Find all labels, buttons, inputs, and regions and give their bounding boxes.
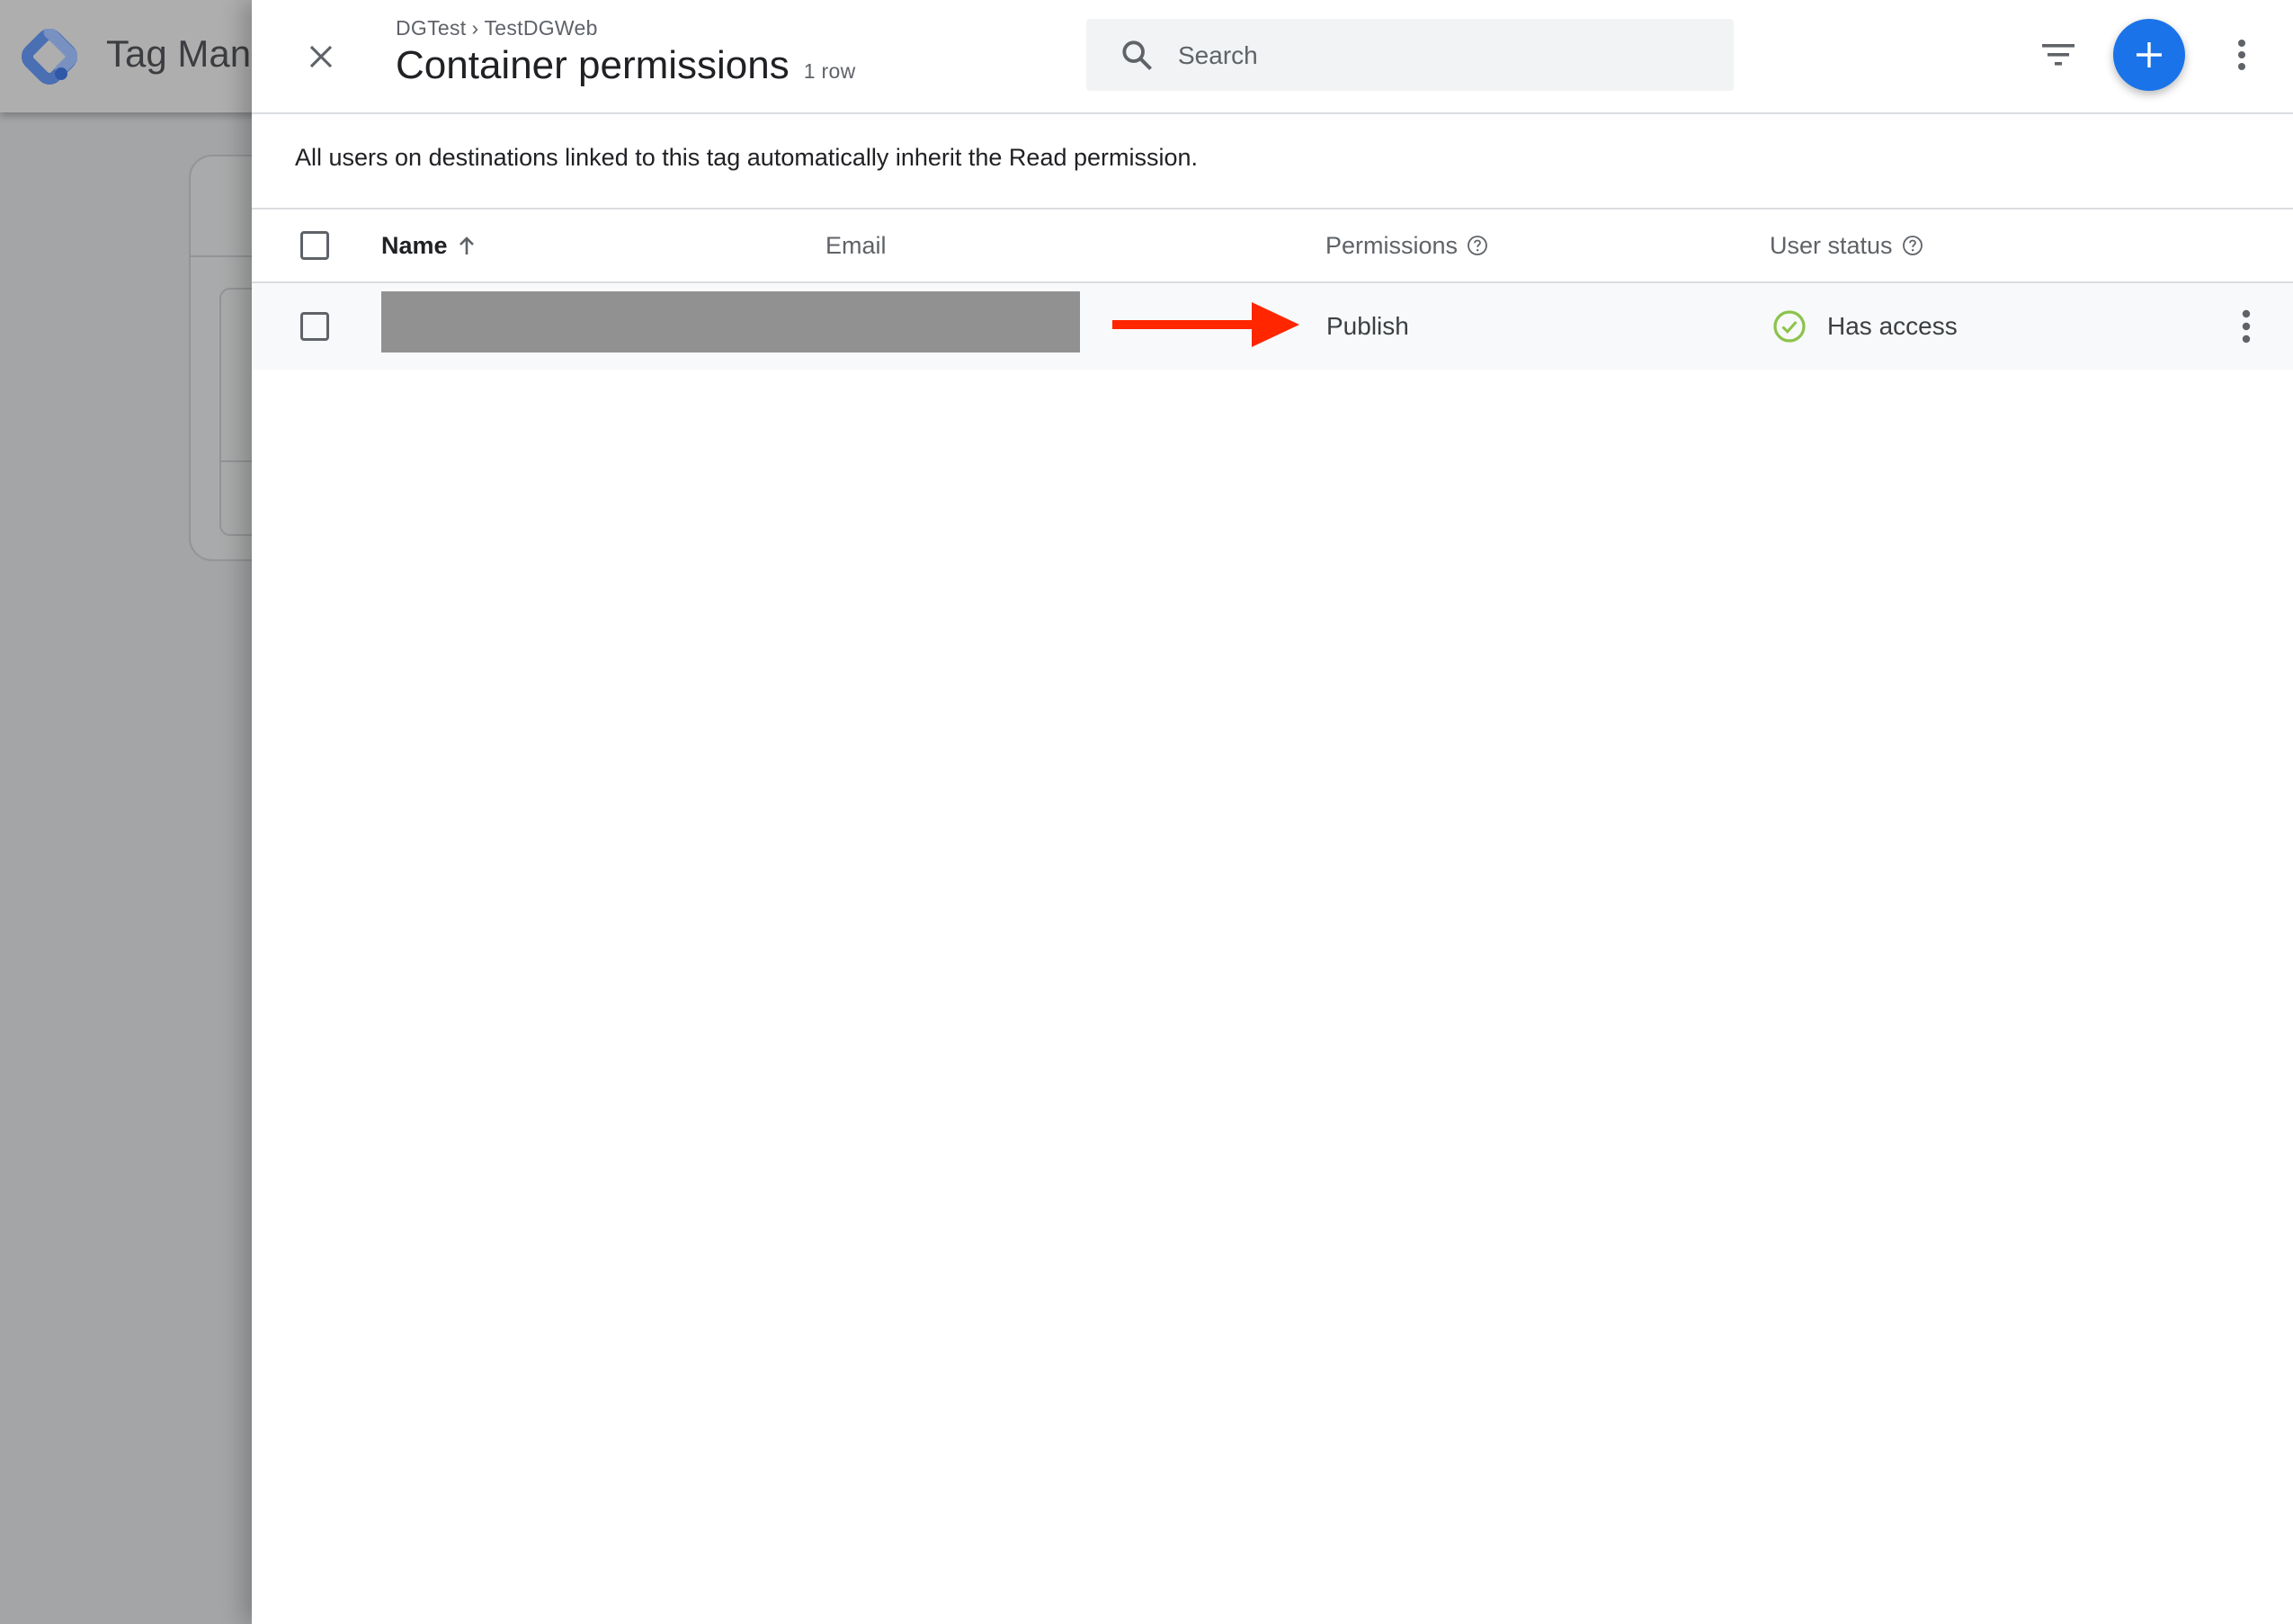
search-icon — [1122, 40, 1152, 70]
search-box[interactable] — [1086, 19, 1734, 93]
row-more-options-button[interactable] — [2226, 305, 2266, 348]
column-header-user-status-label: User status — [1770, 231, 1893, 259]
sort-ascending-icon — [457, 235, 477, 256]
column-header-user-status[interactable]: User status — [1770, 210, 1923, 281]
column-header-email-label: Email — [825, 231, 887, 259]
column-header-name[interactable]: Name — [381, 210, 477, 281]
inherit-permission-notice: All users on destinations linked to this… — [295, 144, 1199, 171]
check-circle-icon — [1771, 308, 1807, 344]
more-vert-icon — [2238, 40, 2245, 70]
table-header: Name Email Permissions User status — [252, 210, 2293, 281]
select-all-checkbox[interactable] — [300, 231, 329, 260]
table-row[interactable]: Publish Has access — [252, 283, 2293, 370]
close-button[interactable] — [299, 34, 344, 79]
row-count: 1 row — [803, 59, 856, 83]
container-permissions-panel: DGTest › TestDGWeb Container permissions 1 … — [252, 0, 2293, 1624]
redacted-name-email — [381, 291, 1080, 352]
user-status-cell: Has access — [1771, 283, 1958, 370]
breadcrumb-separator-icon: › — [471, 16, 479, 40]
more-options-button[interactable] — [2219, 32, 2264, 77]
column-header-name-label: Name — [381, 231, 448, 259]
filter-icon — [2042, 44, 2074, 66]
breadcrumb: DGTest › TestDGWeb — [396, 16, 598, 40]
annotation-arrow-icon — [1112, 302, 1299, 347]
breadcrumb-container[interactable]: TestDGWeb — [484, 16, 597, 40]
help-icon[interactable] — [1467, 235, 1488, 256]
column-header-permissions[interactable]: Permissions — [1325, 210, 1488, 281]
add-icon — [2137, 42, 2162, 67]
panel-header: DGTest › TestDGWeb Container permissions 1 … — [252, 0, 2293, 114]
add-user-button[interactable] — [2113, 19, 2185, 91]
page-title: Container permissions — [396, 43, 790, 87]
column-header-email[interactable]: Email — [825, 210, 887, 281]
permission-cell[interactable]: Publish — [1326, 283, 1409, 370]
title-group: Container permissions 1 row — [396, 43, 856, 88]
row-checkbox[interactable] — [300, 312, 329, 341]
breadcrumb-account[interactable]: DGTest — [396, 16, 466, 40]
user-status-text: Has access — [1827, 312, 1958, 340]
filter-button[interactable] — [2036, 32, 2081, 77]
close-icon — [309, 45, 333, 68]
more-vert-icon — [2242, 309, 2251, 344]
help-icon[interactable] — [1902, 235, 1923, 256]
tag-manager-logo-icon — [22, 29, 77, 85]
search-input[interactable] — [1176, 19, 1719, 93]
column-header-permissions-label: Permissions — [1325, 231, 1459, 259]
